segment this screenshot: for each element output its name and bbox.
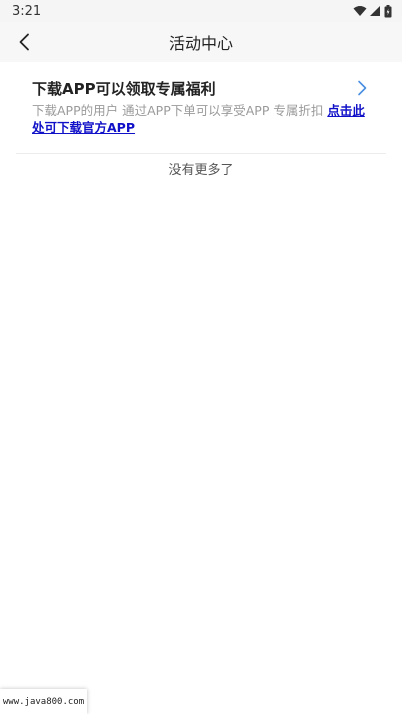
promo-title: 下载APP可以领取专属福利 (32, 80, 216, 98)
list-end-indicator: 没有更多了 (168, 163, 234, 178)
page-title: 活动中心 (168, 34, 233, 53)
app-bar: 活动中心 (0, 22, 402, 62)
status-icons (353, 4, 392, 18)
promo-description: 下载APP的用户 通过APP下单可以享受APP 专属折扣 点击此处可下载官方AP… (32, 102, 372, 136)
status-time: 3:21 (12, 3, 42, 19)
back-button[interactable] (8, 26, 40, 58)
status-bar: 3:21 (0, 0, 402, 22)
promo-description-text: 下载APP的用户 通过APP下单可以享受APP 专属折扣 (32, 103, 324, 118)
watermark: www.java800.com (0, 689, 87, 714)
wifi-icon (353, 6, 367, 16)
chevron-left-icon (19, 33, 29, 51)
battery-icon (384, 4, 392, 17)
cell-signal-icon (370, 6, 380, 16)
app-download-promo-card[interactable]: 下载APP可以领取专属福利 下载APP的用户 通过APP下单可以享受APP 专属… (16, 62, 386, 154)
chevron-right-icon (358, 80, 367, 96)
